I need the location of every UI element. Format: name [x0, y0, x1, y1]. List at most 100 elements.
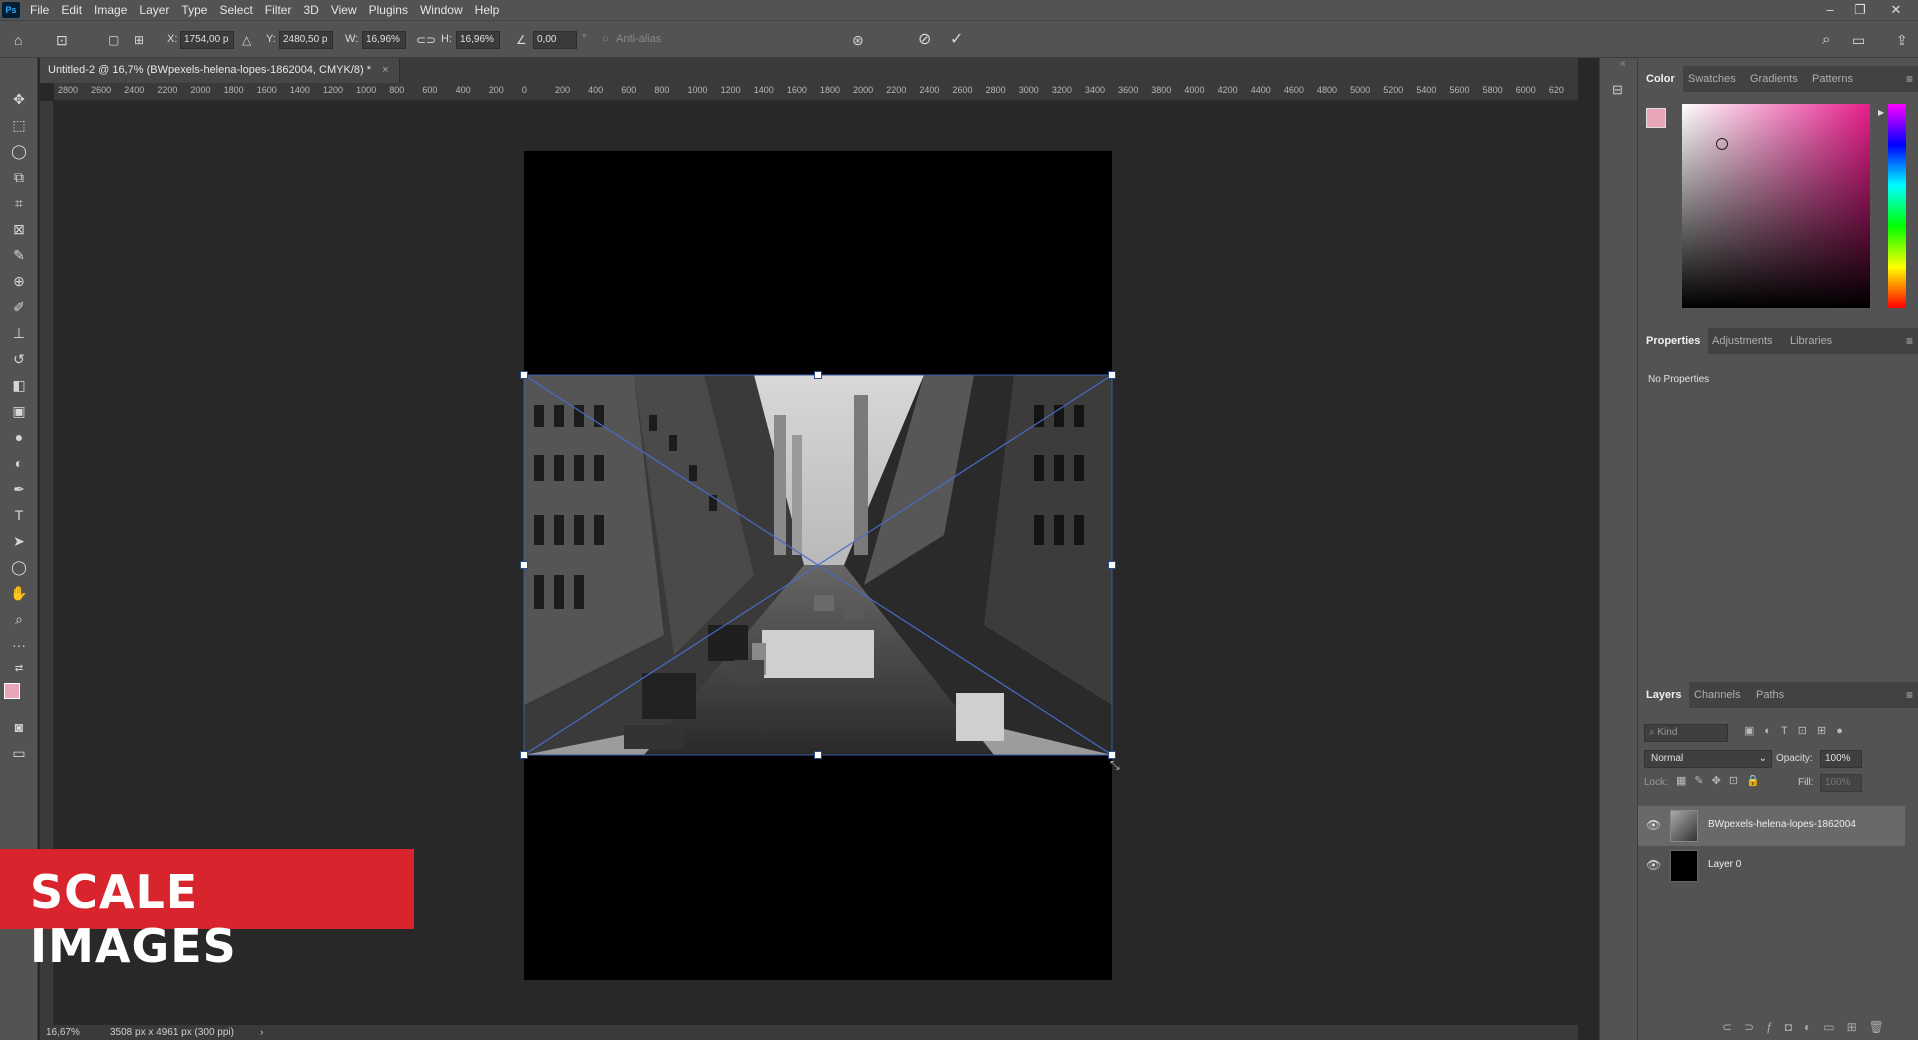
- transform-handle-top-right[interactable]: [1108, 371, 1116, 379]
- relative-position-icon[interactable]: △: [242, 31, 251, 49]
- blend-mode-select[interactable]: Normal ⌄: [1644, 750, 1772, 768]
- color-field[interactable]: [1682, 104, 1870, 308]
- horizontal-ruler[interactable]: 2800 2600 2400 2200 2000 1800 1600 1400 1200 1000…: [54, 83, 1578, 101]
- layer-row[interactable]: 👁 BWpexels-helena-lopes-1862004: [1638, 806, 1905, 846]
- quick-mask-icon[interactable]: ◙: [6, 716, 32, 738]
- layer-filter-input[interactable]: ⌕ Kind: [1644, 724, 1728, 742]
- tab-color[interactable]: Color: [1638, 66, 1683, 92]
- angle-field[interactable]: 0,00: [533, 31, 577, 49]
- document-tab[interactable]: Untitled-2 @ 16,7% (BWpexels-helena-lope…: [40, 58, 400, 83]
- swap-colors-icon[interactable]: ⇄: [6, 658, 32, 680]
- minimize-icon[interactable]: –: [1816, 0, 1844, 20]
- collapse-panels-icon[interactable]: «: [1620, 58, 1626, 69]
- tab-properties[interactable]: Properties: [1638, 328, 1709, 354]
- frame-tool-icon[interactable]: ⊠: [6, 218, 32, 240]
- properties-panel-menu-icon[interactable]: ≡: [1906, 334, 1913, 348]
- brush-tool-icon[interactable]: ✐: [6, 296, 32, 318]
- tab-layers[interactable]: Layers: [1638, 682, 1690, 708]
- pen-tool-icon[interactable]: ✒: [6, 478, 32, 500]
- menu-edit[interactable]: Edit: [55, 0, 88, 20]
- history-panel-icon[interactable]: ⊟: [1612, 82, 1623, 98]
- transform-handle-top[interactable]: [814, 371, 822, 379]
- close-tab-icon[interactable]: ×: [382, 64, 388, 76]
- antialias-checkbox-icon[interactable]: ○: [602, 33, 609, 45]
- opacity-field[interactable]: 100%: [1820, 750, 1862, 768]
- menu-type[interactable]: Type: [175, 0, 213, 20]
- move-tool-icon[interactable]: ✥: [6, 88, 32, 110]
- transform-handle-left[interactable]: [520, 561, 528, 569]
- close-window-icon[interactable]: ✕: [1882, 0, 1910, 20]
- color-panel-menu-icon[interactable]: ≡: [1906, 72, 1913, 86]
- screen-mode-icon[interactable]: ▭: [6, 742, 32, 764]
- menu-select[interactable]: Select: [213, 0, 258, 20]
- tab-patterns[interactable]: Patterns: [1804, 66, 1861, 92]
- ellipse-tool-icon[interactable]: ◯: [6, 556, 32, 578]
- visibility-eye-icon[interactable]: 👁: [1646, 818, 1661, 832]
- search-icon[interactable]: ⌕: [1822, 31, 1830, 49]
- zoom-level[interactable]: 16,67%: [46, 1025, 80, 1040]
- type-tool-icon[interactable]: T: [6, 504, 32, 526]
- transform-handle-right[interactable]: [1108, 561, 1116, 569]
- menu-filter[interactable]: Filter: [259, 0, 298, 20]
- layer-actions-icons[interactable]: ⊂⊃ƒ◘◐▭⊞🗑: [1722, 1020, 1896, 1034]
- foreground-swatch[interactable]: [1646, 108, 1666, 128]
- menu-plugins[interactable]: Plugins: [363, 0, 414, 20]
- path-selection-tool-icon[interactable]: ➤: [6, 530, 32, 552]
- hand-tool-icon[interactable]: ✋: [6, 582, 32, 604]
- eraser-tool-icon[interactable]: ◧: [6, 374, 32, 396]
- lock-icons[interactable]: ▦✎✥⊡🔒: [1676, 774, 1768, 787]
- eyedropper-tool-icon[interactable]: ✎: [6, 244, 32, 266]
- blur-tool-icon[interactable]: ●: [6, 426, 32, 448]
- crop-tool-icon[interactable]: ⌗: [6, 192, 32, 214]
- link-icon[interactable]: ⊂⊃: [416, 31, 436, 49]
- gradient-tool-icon[interactable]: ▣: [6, 400, 32, 422]
- menu-image[interactable]: Image: [88, 0, 133, 20]
- share-icon[interactable]: ⇪: [1896, 31, 1908, 49]
- tab-adjustments[interactable]: Adjustments: [1704, 328, 1781, 354]
- hue-slider-arrow-icon[interactable]: ▶: [1878, 108, 1884, 117]
- warp-icon[interactable]: ⊛: [852, 31, 864, 49]
- x-position-field[interactable]: 1754,00 p: [180, 31, 234, 49]
- menu-file[interactable]: File: [24, 0, 55, 20]
- layer-row[interactable]: 👁 Layer 0: [1638, 846, 1905, 886]
- marquee-tool-icon[interactable]: ⬚: [6, 114, 32, 136]
- visibility-eye-icon[interactable]: 👁: [1646, 858, 1661, 872]
- photoshop-logo-icon[interactable]: Ps: [2, 2, 20, 18]
- menu-window[interactable]: Window: [414, 0, 469, 20]
- menu-help[interactable]: Help: [469, 0, 506, 20]
- fill-field[interactable]: 100%: [1820, 774, 1862, 792]
- dodge-tool-icon[interactable]: ◐: [6, 452, 32, 474]
- restore-icon[interactable]: ❐: [1846, 0, 1874, 20]
- workspace-icon[interactable]: ▭: [1852, 31, 1865, 49]
- layers-panel-menu-icon[interactable]: ≡: [1906, 688, 1913, 702]
- history-brush-tool-icon[interactable]: ↺: [6, 348, 32, 370]
- tab-channels[interactable]: Channels: [1686, 682, 1748, 708]
- commit-transform-icon[interactable]: ✓: [950, 31, 963, 49]
- home-icon[interactable]: ⌂: [14, 31, 22, 49]
- tab-swatches[interactable]: Swatches: [1680, 66, 1744, 92]
- reference-point-icon[interactable]: ⊞: [134, 31, 144, 49]
- transform-handle-bottom-left[interactable]: [520, 751, 528, 759]
- object-selection-tool-icon[interactable]: ⧉: [6, 166, 32, 188]
- reference-point-toggle-icon[interactable]: ▢: [108, 31, 119, 49]
- transform-handle-bottom[interactable]: [814, 751, 822, 759]
- width-field[interactable]: 16,96%: [362, 31, 406, 49]
- menu-layer[interactable]: Layer: [133, 0, 175, 20]
- foreground-color-swatch[interactable]: [4, 683, 20, 699]
- hue-slider[interactable]: [1888, 104, 1906, 308]
- tab-libraries[interactable]: Libraries: [1782, 328, 1840, 354]
- lasso-tool-icon[interactable]: ◯: [6, 140, 32, 162]
- menu-3d[interactable]: 3D: [297, 0, 324, 20]
- zoom-tool-icon[interactable]: ⌕: [6, 608, 32, 630]
- cancel-transform-icon[interactable]: ⊘: [918, 31, 931, 49]
- color-picker-circle[interactable]: [1716, 138, 1728, 150]
- transform-icon[interactable]: ⊡: [56, 31, 68, 49]
- menu-view[interactable]: View: [325, 0, 363, 20]
- healing-brush-tool-icon[interactable]: ⊕: [6, 270, 32, 292]
- clone-stamp-tool-icon[interactable]: ⊥: [6, 322, 32, 344]
- tab-paths[interactable]: Paths: [1748, 682, 1792, 708]
- y-position-field[interactable]: 2480,50 p: [279, 31, 333, 49]
- transform-handle-top-left[interactable]: [520, 371, 528, 379]
- height-field[interactable]: 16,96%: [456, 31, 500, 49]
- status-arrow-icon[interactable]: ›: [260, 1025, 263, 1040]
